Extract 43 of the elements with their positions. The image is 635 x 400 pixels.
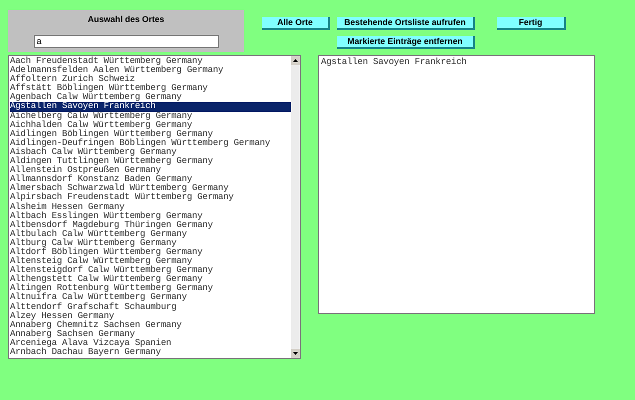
list-item[interactable]: Agstallen Savoyen Frankreich	[321, 58, 594, 68]
list-item[interactable]: Aisbach Calw Württemberg Germany	[10, 148, 291, 158]
action-button[interactable]: Fertig	[497, 17, 566, 30]
list-item[interactable]: Altensteig Calw Württemberg Germany	[10, 257, 291, 266]
list-item[interactable]: Alsheim Hessen Germany	[10, 202, 291, 212]
list-item[interactable]: Alttendorf Grafschaft Schaumburg	[10, 302, 291, 312]
scrollbar[interactable]	[291, 56, 300, 358]
list-item[interactable]: Affstätt Böblingen Württemberg Germany	[10, 84, 291, 94]
list-item[interactable]: Altnuifra Calw Württemberg Germany	[10, 293, 291, 303]
list-item[interactable]: Aidlingen Böblingen Württemberg Germany	[10, 130, 291, 139]
list-item[interactable]: Altbach Esslingen Württemberg Germany	[10, 212, 291, 221]
scroll-down-icon[interactable]	[291, 349, 300, 358]
list-item[interactable]: Almersbach Schwarzwald Württemberg Germany	[10, 184, 291, 194]
list-item[interactable]: Affoltern Zurich Schweiz	[10, 75, 291, 84]
search-field[interactable]: a	[34, 34, 218, 48]
action-button[interactable]: Markierte Einträge entfernen	[337, 36, 475, 49]
list-item[interactable]: Annaberg Sachsen Germany	[10, 330, 291, 339]
list-item[interactable]: Althengstett Calw Württemberg Germany	[10, 275, 291, 284]
list-item[interactable]: Allmannsdorf Konstanz Baden Germany	[10, 175, 291, 184]
list-item[interactable]: Agenbach Calw Württemberg Germany	[10, 93, 291, 102]
action-button[interactable]: Alle Orte	[262, 17, 330, 30]
list-item[interactable]: Altbensdorf Magdeburg Thüringen Germany	[10, 220, 291, 230]
list-item[interactable]: Altensteigdorf Calw Württemberg Germany	[10, 266, 291, 276]
list-item[interactable]: Aidlingen-Deufringen Böblingen Württemberg Germany	[10, 138, 291, 148]
list-item[interactable]: Adelmannsfelden Aalen Württemberg Germany	[10, 66, 291, 76]
list-item[interactable]: Altburg Calw Württemberg Germany	[10, 238, 291, 248]
list-item[interactable]: Aichhalden Calw Württemberg Germany	[10, 120, 291, 130]
list-item[interactable]: Allenstein Ostpreußen Germany	[10, 166, 291, 176]
list-item[interactable]: Altdorf Böblingen Württemberg Germany	[10, 248, 291, 258]
scroll-up-icon[interactable]	[291, 56, 300, 65]
list-item[interactable]: Aach Freudenstadt Württemberg Germany	[10, 57, 291, 66]
list-item[interactable]: Alzey Hessen Germany	[10, 312, 291, 321]
list-item[interactable]: Altingen Rottenburg Württemberg Germany	[10, 284, 291, 294]
list-item[interactable]: Agstallen Savoyen Frankreich	[10, 102, 291, 112]
list-item[interactable]: Alpirsbach Freudenstadt Württemberg Germany	[10, 193, 291, 202]
list-item[interactable]: Arnbach Dachau Bayern Germany	[10, 348, 291, 358]
list-item[interactable]: Altbulach Calw Württemberg Germany	[10, 230, 291, 239]
list-item[interactable]: Arceniega Alava Vizcaya Spanien	[10, 338, 291, 348]
list-item[interactable]: Aichelberg Calw Württemberg Germany	[10, 112, 291, 121]
panel-title: Auswahl des Ortes	[88, 13, 164, 26]
list-item[interactable]: Annaberg Chemnitz Sachsen Germany	[10, 320, 291, 330]
action-button[interactable]: Bestehende Ortsliste aufrufen	[337, 17, 475, 30]
list-item[interactable]: Aldingen Tuttlingen Württemberg Germany	[10, 157, 291, 166]
